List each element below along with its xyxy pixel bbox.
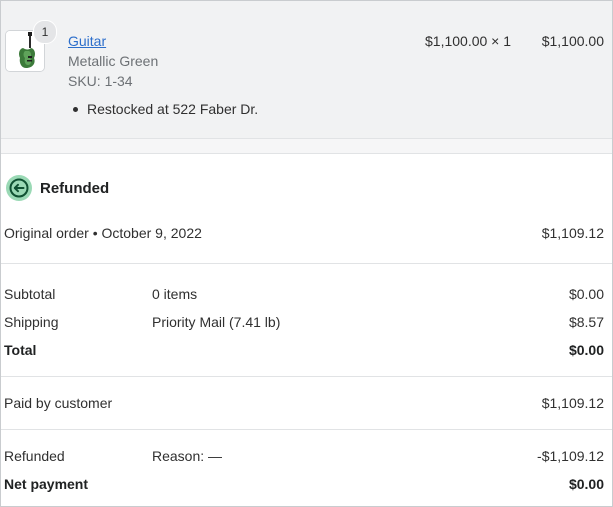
original-order-row: Original order • October 9, 2022 $1,109.… <box>1 225 612 245</box>
line-total: $1,100.00 <box>541 33 604 49</box>
shipping-label: Shipping <box>4 314 59 330</box>
refund-card: Refunded Original order • October 9, 202… <box>1 153 612 506</box>
subtotal-detail: 0 items <box>152 286 198 302</box>
paid-by-customer-row: Paid by customer $1,109.12 <box>1 395 612 415</box>
shipping-detail: Priority Mail (7.41 lb) <box>152 314 281 330</box>
order-frame: 1 Guitar Metallic Green SKU: 1-34 Restoc… <box>0 0 613 507</box>
subtotal-label: Subtotal <box>4 286 56 302</box>
product-variant: Metallic Green <box>68 53 159 69</box>
subtotal-amount: $0.00 <box>568 286 604 302</box>
net-payment-row: Net payment $0.00 <box>1 476 612 496</box>
restock-note: Restocked at 522 Faber Dr. <box>73 101 258 117</box>
paid-by-customer-amount: $1,109.12 <box>541 395 604 411</box>
divider <box>1 263 612 264</box>
restock-text: Restocked at 522 Faber Dr. <box>87 101 259 117</box>
subtotal-row: Subtotal 0 items $0.00 <box>1 286 612 306</box>
paid-by-customer-label: Paid by customer <box>4 395 113 411</box>
refunded-row: Refunded Reason: — -$1,109.12 <box>1 448 612 468</box>
divider <box>1 376 612 377</box>
total-amount: $0.00 <box>568 342 604 358</box>
refund-arrow-icon <box>6 175 32 201</box>
refunded-label: Refunded <box>4 448 65 464</box>
original-order-amount: $1,109.12 <box>541 225 604 241</box>
net-payment-amount: $0.00 <box>568 476 604 492</box>
original-order-label: Original order • October 9, 2022 <box>4 225 202 241</box>
bullet-icon <box>73 106 78 112</box>
shipping-row: Shipping Priority Mail (7.41 lb) $8.57 <box>1 314 612 334</box>
shipping-amount: $8.57 <box>568 314 604 330</box>
total-label: Total <box>4 342 37 358</box>
unit-price: $1,100.00 × 1 <box>425 33 512 49</box>
status-title: Refunded <box>40 180 110 197</box>
net-payment-label: Net payment <box>4 476 89 492</box>
line-item-card: 1 Guitar Metallic Green SKU: 1-34 Restoc… <box>1 1 612 139</box>
refund-reason: Reason: — <box>152 448 223 464</box>
quantity-badge: 1 <box>33 20 57 44</box>
refunded-amount: -$1,109.12 <box>537 448 604 464</box>
product-name-link[interactable]: Guitar <box>68 33 106 49</box>
divider <box>1 429 612 430</box>
total-row: Total $0.00 <box>1 342 612 362</box>
product-sku: SKU: 1-34 <box>68 73 133 89</box>
